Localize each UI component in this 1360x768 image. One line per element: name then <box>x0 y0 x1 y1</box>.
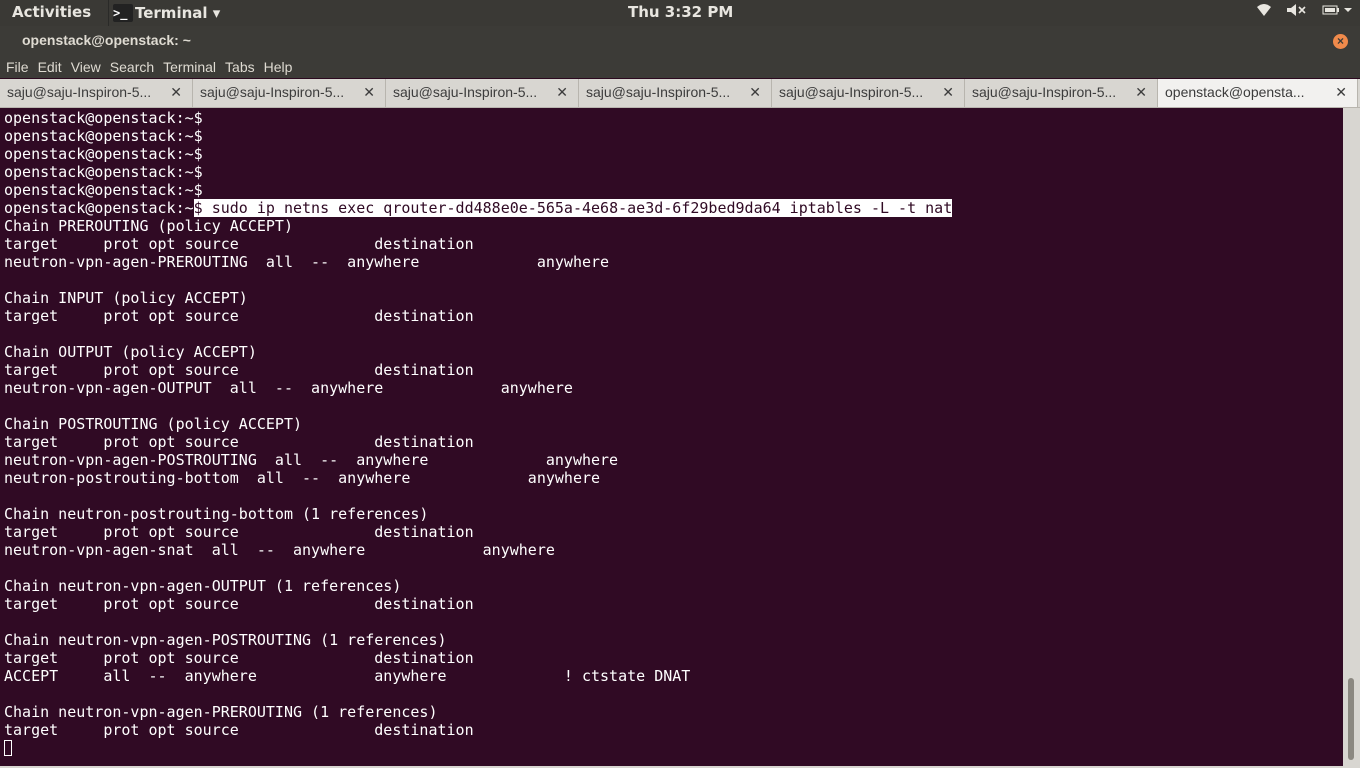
terminal-line: neutron-vpn-agen-snat all -- anywhere an… <box>4 541 555 559</box>
terminal-line: target prot opt source destination <box>4 433 474 451</box>
tab-label: saju@saju-Inspiron-5... <box>200 84 345 100</box>
cursor-line <box>4 739 1343 757</box>
terminal-line: openstack@openstack:~$ <box>4 181 203 199</box>
menu-terminal[interactable]: Terminal <box>163 59 216 75</box>
terminal-line: neutron-vpn-agen-PREROUTING all -- anywh… <box>4 253 610 271</box>
terminal-line: target prot opt source destination <box>4 307 474 325</box>
terminal-line: openstack@openstack:~$ <box>4 109 203 127</box>
scrollbar-thumb[interactable] <box>1348 678 1354 760</box>
terminal-line: neutron-postrouting-bottom all -- anywhe… <box>4 469 601 487</box>
terminal-line: target prot opt source destination <box>4 235 474 253</box>
terminal-tab[interactable]: saju@saju-Inspiron-5... ✕ <box>579 79 772 107</box>
app-menu[interactable]: >_ Terminal ▾ <box>108 0 220 26</box>
terminal-line: Chain neutron-postrouting-bottom (1 refe… <box>4 505 429 523</box>
tab-close-icon[interactable]: ✕ <box>556 79 568 106</box>
text-cursor <box>4 740 12 756</box>
command-text-selected[interactable]: $ sudo ip netns exec qrouter-dd488e0e-56… <box>193 199 953 217</box>
volume-icon[interactable] <box>1286 3 1308 21</box>
menu-search[interactable]: Search <box>110 59 154 75</box>
terminal-line: target prot opt source destination <box>4 721 474 739</box>
tab-label: saju@saju-Inspiron-5... <box>393 84 538 100</box>
menu-file[interactable]: File <box>6 59 29 75</box>
terminal-line: neutron-vpn-agen-OUTPUT all -- anywhere … <box>4 379 573 397</box>
terminal-tab[interactable]: saju@saju-Inspiron-5... ✕ <box>193 79 386 107</box>
terminal-line: neutron-vpn-agen-POSTROUTING all -- anyw… <box>4 451 619 469</box>
tab-close-icon[interactable]: ✕ <box>1135 79 1147 106</box>
terminal-line: Chain neutron-vpn-agen-PREROUTING (1 ref… <box>4 703 438 721</box>
tab-close-icon[interactable]: ✕ <box>942 79 954 106</box>
terminal-line: target prot opt source destination <box>4 523 474 541</box>
menu-edit[interactable]: Edit <box>38 59 62 75</box>
window-titlebar[interactable]: openstack@openstack: ~ × <box>0 26 1360 56</box>
top-panel: Activities >_ Terminal ▾ Thu 3:32 PM <box>0 0 1360 26</box>
terminal-tab-active[interactable]: openstack@opensta... ✕ <box>1158 79 1358 107</box>
terminal-tab[interactable]: saju@saju-Inspiron-5... ✕ <box>386 79 579 107</box>
terminal-line: target prot opt source destination <box>4 595 474 613</box>
terminal-line: target prot opt source destination <box>4 649 474 667</box>
tab-close-icon[interactable]: ✕ <box>363 79 375 106</box>
terminal-line: Chain OUTPUT (policy ACCEPT) <box>4 343 257 361</box>
terminal-tab[interactable]: saju@saju-Inspiron-5... ✕ <box>772 79 965 107</box>
tab-bar: saju@saju-Inspiron-5... ✕ saju@saju-Insp… <box>0 79 1360 108</box>
command-prompt: openstack@openstack:~ <box>4 199 194 217</box>
terminal-line: target prot opt source destination <box>4 361 474 379</box>
wifi-icon[interactable] <box>1256 3 1272 21</box>
tab-close-icon[interactable]: ✕ <box>749 79 761 106</box>
close-window-button[interactable]: × <box>1333 34 1348 49</box>
terminal-scrollbar[interactable] <box>1343 108 1360 768</box>
terminal-tab[interactable]: saju@saju-Inspiron-5... ✕ <box>965 79 1158 107</box>
menu-bar: File Edit View Search Terminal Tabs Help <box>0 56 1360 78</box>
terminal-line: Chain PREROUTING (policy ACCEPT) <box>4 217 293 235</box>
system-tray <box>1256 3 1352 21</box>
terminal-line: Chain INPUT (policy ACCEPT) <box>4 289 248 307</box>
window-title: openstack@openstack: ~ <box>22 32 191 48</box>
tab-label: saju@saju-Inspiron-5... <box>586 84 731 100</box>
tab-close-icon[interactable]: ✕ <box>1335 79 1347 106</box>
tab-label: saju@saju-Inspiron-5... <box>779 84 924 100</box>
terminal-line: ACCEPT all -- anywhere anywhere ! ctstat… <box>4 667 691 685</box>
terminal-line: openstack@openstack:~$ <box>4 127 203 145</box>
terminal-tab[interactable]: saju@saju-Inspiron-5... ✕ <box>0 79 193 107</box>
app-menu-label: Terminal ▾ <box>135 4 221 22</box>
clock[interactable]: Thu 3:32 PM <box>628 3 733 21</box>
terminal-line: openstack@openstack:~$ <box>4 145 203 163</box>
tab-label: openstack@opensta... <box>1165 84 1305 100</box>
terminal-line: Chain POSTROUTING (policy ACCEPT) <box>4 415 303 433</box>
terminal-line: openstack@openstack:~$ <box>4 163 203 181</box>
terminal-app-icon: >_ <box>113 4 133 22</box>
activities-button[interactable]: Activities <box>12 3 91 21</box>
menu-view[interactable]: View <box>71 59 101 75</box>
terminal-line: Chain neutron-vpn-agen-OUTPUT (1 referen… <box>4 577 402 595</box>
menu-help[interactable]: Help <box>264 59 293 75</box>
terminal-output[interactable]: openstack@openstack:~$ openstack@opensta… <box>0 108 1343 766</box>
tab-label: saju@saju-Inspiron-5... <box>7 84 152 100</box>
tab-close-icon[interactable]: ✕ <box>170 79 182 106</box>
command-line: openstack@openstack:~$ sudo ip netns exe… <box>4 199 1343 217</box>
battery-icon[interactable] <box>1322 3 1352 21</box>
tab-label: saju@saju-Inspiron-5... <box>972 84 1117 100</box>
menu-tabs[interactable]: Tabs <box>225 59 255 75</box>
terminal-line: Chain neutron-vpn-agen-POSTROUTING (1 re… <box>4 631 447 649</box>
